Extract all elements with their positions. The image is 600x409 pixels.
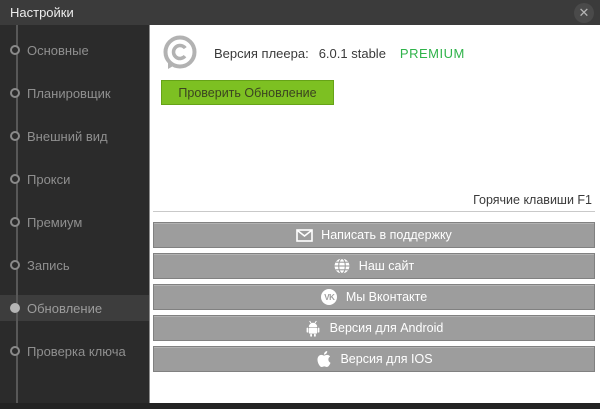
timeline-dot-icon: [10, 88, 20, 98]
envelope-icon: [296, 227, 313, 244]
sidebar-item-label: Проверка ключа: [27, 344, 126, 359]
support-button[interactable]: Написать в поддержку: [153, 222, 595, 248]
premium-badge: PREMIUM: [400, 46, 465, 61]
timeline-dot-icon: [10, 131, 20, 141]
vkontakte-button[interactable]: VK Мы Вконтакте: [153, 284, 595, 310]
sidebar-item-appearance[interactable]: Внешний вид: [0, 123, 149, 149]
sidebar-item-label: Внешний вид: [27, 129, 108, 144]
globe-icon: [334, 258, 351, 275]
vkontakte-button-label: Мы Вконтакте: [346, 290, 427, 304]
android-icon: [305, 320, 322, 337]
check-update-button[interactable]: Проверить Обновление: [161, 80, 334, 105]
check-update-button-label: Проверить Обновление: [178, 86, 316, 100]
sidebar-item-label: Планировщик: [27, 86, 111, 101]
version-value: 6.0.1 stable: [319, 46, 386, 61]
app-logo-icon: [161, 34, 199, 72]
sidebar-item-label: Премиум: [27, 215, 82, 230]
ios-version-button-label: Версия для IOS: [340, 352, 432, 366]
sidebar-item-label: Обновление: [27, 301, 102, 316]
timeline-dot-selected-icon: [10, 303, 20, 313]
sidebar-item-scheduler[interactable]: Планировщик: [0, 80, 149, 106]
version-row: Версия плеера: 6.0.1 stable PREMIUM: [161, 34, 595, 72]
sidebar-item-label: Прокси: [27, 172, 70, 187]
sidebar-item-label: Запись: [27, 258, 70, 273]
sidebar-item-recording[interactable]: Запись: [0, 252, 149, 278]
titlebar: Настройки ✕: [0, 0, 600, 25]
timeline-dot-icon: [10, 217, 20, 227]
ios-version-button[interactable]: Версия для IOS: [153, 346, 595, 372]
support-button-label: Написать в поддержку: [321, 228, 452, 242]
window-title: Настройки: [10, 5, 74, 20]
android-version-button-label: Версия для Android: [330, 321, 444, 335]
sidebar-item-key-check[interactable]: Проверка ключа: [0, 338, 149, 364]
sidebar: Основные Планировщик Внешний вид Прокси …: [0, 25, 150, 403]
sidebar-item-proxy[interactable]: Прокси: [0, 166, 149, 192]
window-body: Основные Планировщик Внешний вид Прокси …: [0, 25, 600, 403]
apple-icon: [315, 351, 332, 368]
hotkeys-label: Горячие клавиши F1: [153, 193, 595, 208]
website-button[interactable]: Наш сайт: [153, 253, 595, 279]
timeline-dot-icon: [10, 174, 20, 184]
settings-window: Настройки ✕ Основные Планировщик Внешний…: [0, 0, 600, 409]
sidebar-item-premium[interactable]: Премиум: [0, 209, 149, 235]
timeline-dot-icon: [10, 45, 20, 55]
update-panel: Версия плеера: 6.0.1 stable PREMIUM Пров…: [150, 25, 600, 403]
version-label: Версия плеера:: [214, 46, 309, 61]
vk-icon: VK: [321, 289, 338, 306]
divider: [153, 211, 595, 212]
android-version-button[interactable]: Версия для Android: [153, 315, 595, 341]
sidebar-item-label: Основные: [27, 43, 89, 58]
sidebar-item-general[interactable]: Основные: [0, 37, 149, 63]
link-buttons: Написать в поддержку: [153, 222, 595, 372]
timeline-dot-icon: [10, 346, 20, 356]
window-bottom-border: [0, 403, 600, 409]
website-button-label: Наш сайт: [359, 259, 414, 273]
close-icon: ✕: [579, 6, 590, 19]
close-button[interactable]: ✕: [574, 3, 594, 23]
sidebar-item-update[interactable]: Обновление: [0, 295, 149, 321]
timeline-dot-icon: [10, 260, 20, 270]
